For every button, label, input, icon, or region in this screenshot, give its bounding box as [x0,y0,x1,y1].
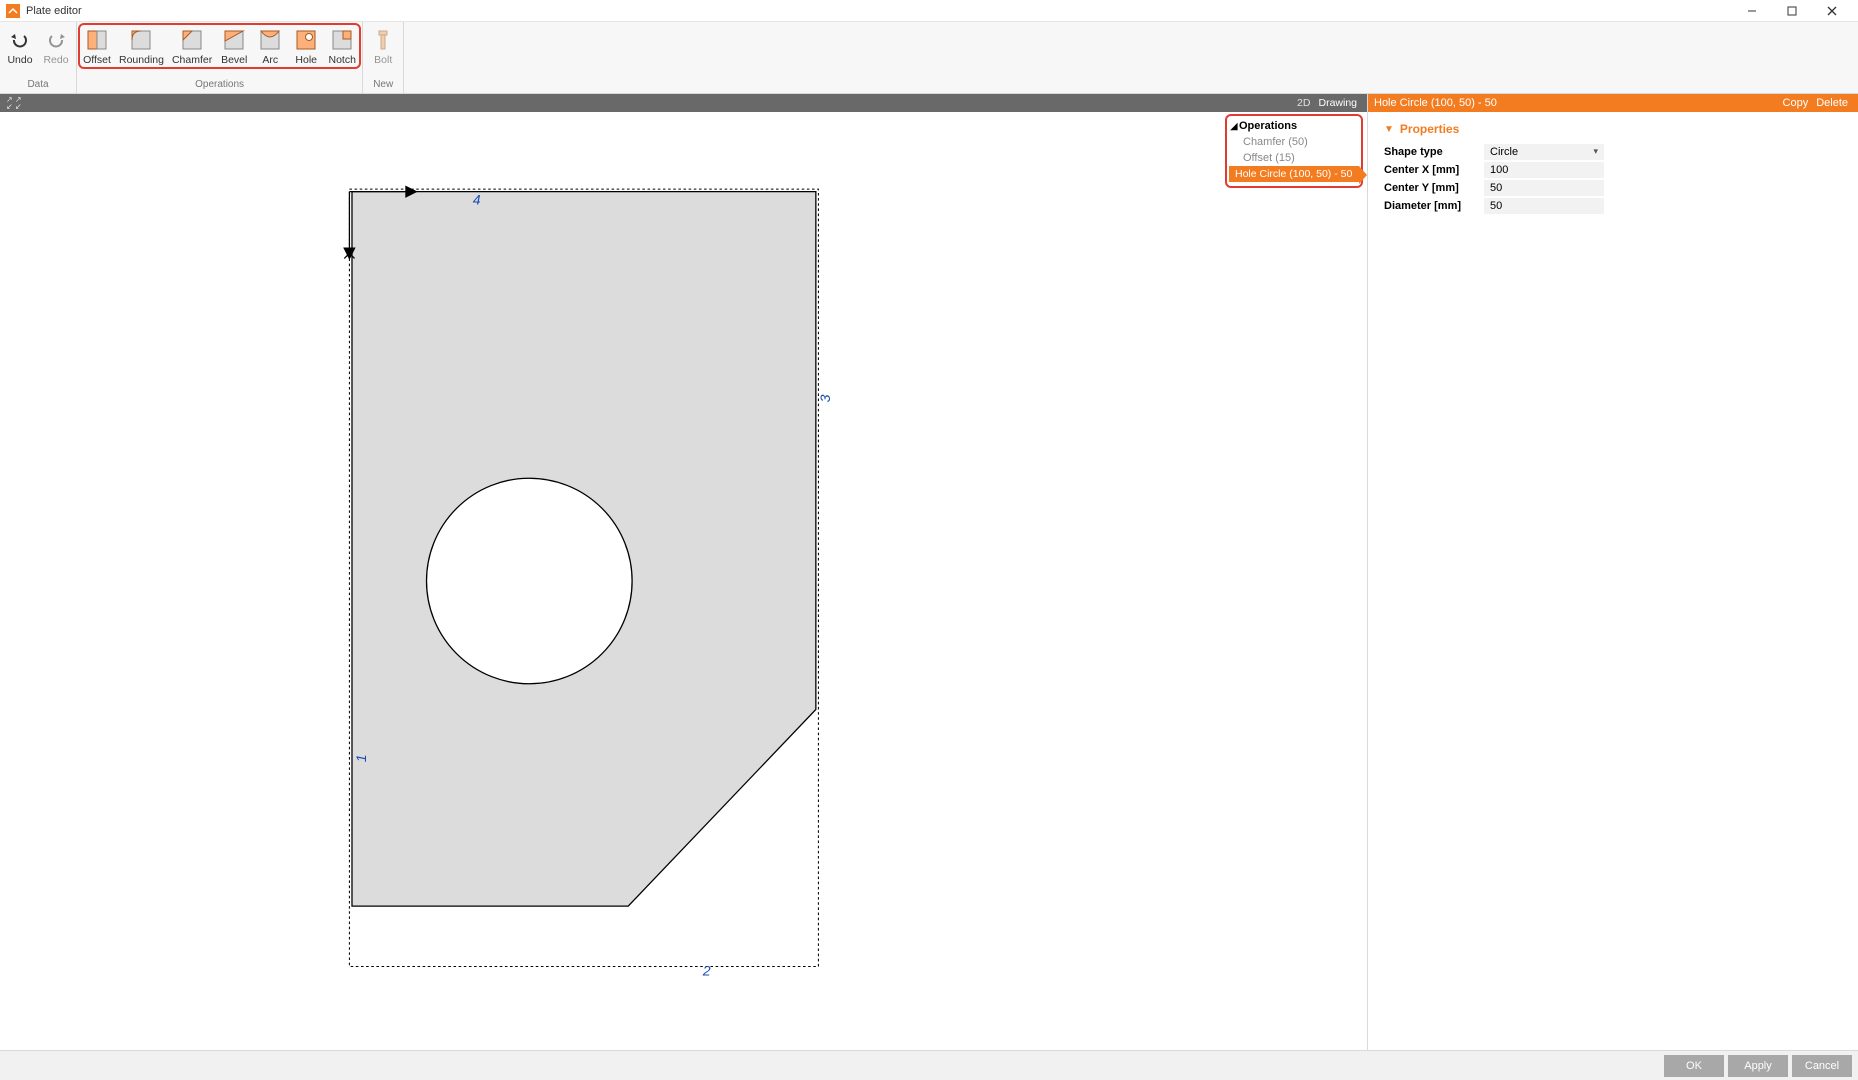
plate-drawing: 1 2 3 4 [0,112,1367,1050]
operations-tree: ◢ Operations Chamfer (50) Offset (15) Ho… [1225,114,1363,188]
properties-body: ▼ Properties Shape type Circle Center X … [1368,112,1858,226]
rounding-button[interactable]: Rounding [115,25,168,69]
close-button[interactable] [1812,0,1852,22]
group-label-operations: Operations [195,79,244,91]
hole-button[interactable]: Hole [288,25,324,69]
undo-button[interactable]: Undo [2,25,38,69]
mode-2d[interactable]: 2D [1293,97,1314,109]
dim-1: 1 [353,754,369,762]
notch-icon [330,28,354,52]
ribbon-group-new: Bolt New [363,22,404,93]
bevel-label: Bevel [221,54,247,66]
bolt-icon [371,28,395,52]
mode-drawing[interactable]: Drawing [1314,97,1361,109]
properties-header: Hole Circle (100, 50) - 50 Copy Delete [1368,94,1858,112]
bolt-label: Bolt [374,54,392,66]
prop-row-shape-type: Shape type Circle [1384,144,1842,160]
title-bar: Plate editor [0,0,1858,22]
prop-value-shape-type[interactable]: Circle [1484,144,1604,160]
canvas-column: ↗ ↗↙ ↙ 2D Drawing [0,94,1368,1050]
chamfer-icon [180,28,204,52]
ribbon: Undo Redo Data Offset Rounding Chamfer [0,22,1858,94]
section-collapse-icon: ▼ [1384,124,1394,135]
arc-icon [258,28,282,52]
window-title: Plate editor [26,5,82,17]
footer: OK Apply Cancel [0,1050,1858,1080]
cancel-button[interactable]: Cancel [1792,1055,1852,1077]
apply-button[interactable]: Apply [1728,1055,1788,1077]
rounding-label: Rounding [119,54,164,66]
prop-label-center-x: Center X [mm] [1384,164,1484,176]
operations-tree-header[interactable]: ◢ Operations [1229,118,1359,134]
content-row: ↗ ↗↙ ↙ 2D Drawing [0,94,1858,1050]
notch-label: Notch [329,54,356,66]
collapse-icon: ◢ [1229,121,1239,132]
prop-row-center-y: Center Y [mm] 50 [1384,180,1842,196]
offset-icon [85,28,109,52]
offset-label: Offset [83,54,111,66]
chamfer-label: Chamfer [172,54,212,66]
properties-section-title[interactable]: ▼ Properties [1384,122,1842,136]
prop-value-center-x[interactable]: 100 [1484,162,1604,178]
operations-tree-title: Operations [1239,120,1297,132]
maximize-button[interactable] [1772,0,1812,22]
operations-item-offset[interactable]: Offset (15) [1229,150,1359,166]
dim-3: 3 [817,394,833,402]
ribbon-group-data: Undo Redo Data [0,22,77,93]
hole-label: Hole [295,54,317,66]
ok-button[interactable]: OK [1664,1055,1724,1077]
delete-link[interactable]: Delete [1812,97,1852,109]
arc-button[interactable]: Arc [252,25,288,69]
dim-4: 4 [473,192,481,208]
properties-column: Hole Circle (100, 50) - 50 Copy Delete ▼… [1368,94,1858,1050]
dim-2: 2 [702,962,711,978]
operations-item-hole[interactable]: Hole Circle (100, 50) - 50 [1229,166,1359,182]
prop-label-diameter: Diameter [mm] [1384,200,1484,212]
undo-icon [8,28,32,52]
prop-row-center-x: Center X [mm] 100 [1384,162,1842,178]
canvas-header: ↗ ↗↙ ↙ 2D Drawing [0,94,1367,112]
bolt-button[interactable]: Bolt [365,25,401,69]
ribbon-group-operations: Offset Rounding Chamfer Bevel Arc Hole [77,22,363,93]
redo-button[interactable]: Redo [38,25,74,69]
properties-header-title: Hole Circle (100, 50) - 50 [1374,97,1497,109]
prop-label-shape-type: Shape type [1384,146,1484,158]
bevel-icon [222,28,246,52]
offset-button[interactable]: Offset [79,25,115,69]
prop-label-center-y: Center Y [mm] [1384,182,1484,194]
app-icon [6,4,20,18]
operations-item-chamfer[interactable]: Chamfer (50) [1229,134,1359,150]
group-label-new: New [373,79,393,91]
hole-icon [294,28,318,52]
group-label-data: Data [27,79,48,91]
undo-label: Undo [7,54,32,66]
canvas-body[interactable]: 1 2 3 4 ◢ Operations Chamfer (50) Offset… [0,112,1367,1050]
redo-icon [44,28,68,52]
notch-button[interactable]: Notch [324,25,360,69]
prop-value-center-y[interactable]: 50 [1484,180,1604,196]
bevel-button[interactable]: Bevel [216,25,252,69]
minimize-button[interactable] [1732,0,1772,22]
prop-row-diameter: Diameter [mm] 50 [1384,198,1842,214]
redo-label: Redo [43,54,68,66]
rounding-icon [129,28,153,52]
prop-value-diameter[interactable]: 50 [1484,198,1604,214]
arc-label: Arc [262,54,278,66]
expand-icon[interactable]: ↗ ↗↙ ↙ [6,96,22,110]
chamfer-button[interactable]: Chamfer [168,25,216,69]
properties-section-label: Properties [1400,122,1459,136]
copy-link[interactable]: Copy [1779,97,1813,109]
